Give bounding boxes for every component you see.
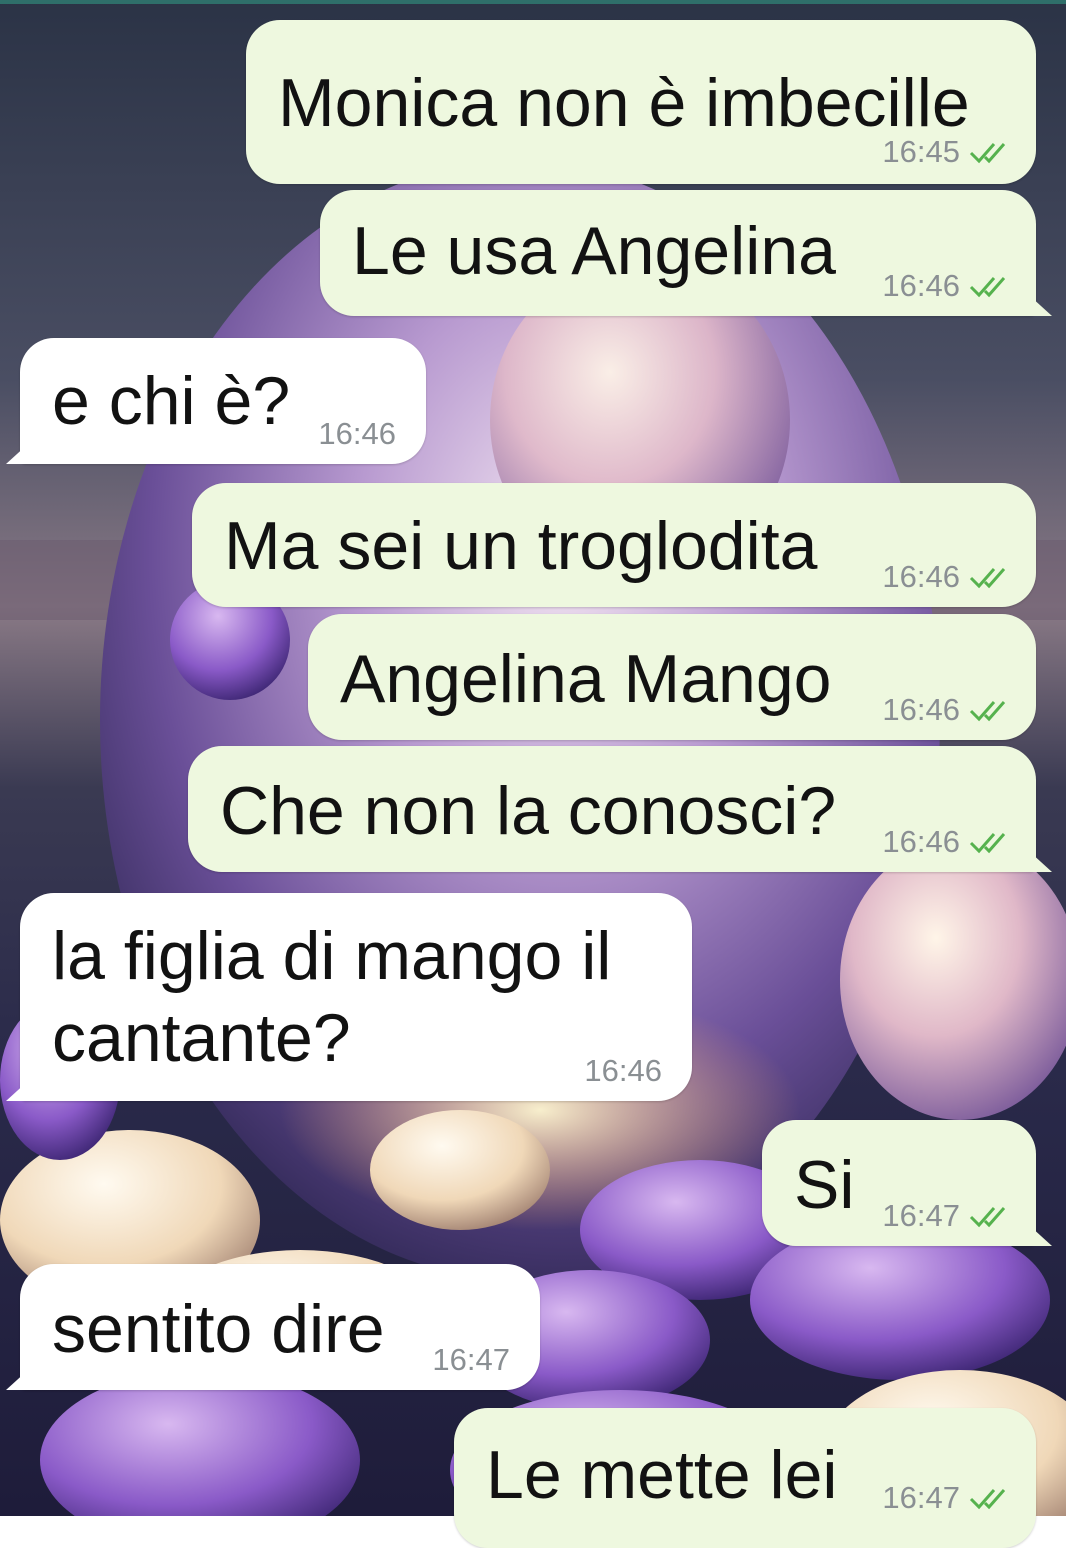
bubble-tail — [6, 444, 28, 464]
message-text: Che non la conosci? — [220, 773, 837, 849]
message-meta: 16:46 — [318, 416, 396, 452]
message-bubble-incoming[interactable]: e chi è? 16:46 — [20, 338, 426, 464]
message-time: 16:46 — [882, 824, 960, 859]
message-text: Monica non è imbecille — [278, 65, 970, 141]
message-text: Le mette lei — [486, 1437, 838, 1513]
message-text: Angelina Mango — [340, 641, 832, 717]
bubble-tail — [1030, 296, 1052, 316]
bubble-tail — [1030, 852, 1052, 872]
double-check-icon — [969, 833, 1006, 854]
message-list[interactable]: Monica non è imbecille 16:45 Le usa Ange… — [0, 0, 1066, 1548]
message-meta: 16:47 — [882, 1198, 1014, 1234]
message-meta: 16:46 — [882, 559, 1014, 595]
double-check-icon — [969, 143, 1006, 164]
message-text: Ma sei un troglodita — [224, 508, 818, 584]
double-check-icon — [969, 277, 1006, 298]
message-bubble-incoming[interactable]: la figlia di mango il cantante? 16:46 — [20, 893, 692, 1101]
double-check-icon — [969, 701, 1006, 722]
message-bubble-outgoing[interactable]: Monica non è imbecille 16:45 — [246, 20, 1036, 184]
bubble-tail — [1030, 1226, 1052, 1246]
message-bubble-outgoing[interactable]: Si 16:47 — [762, 1120, 1036, 1246]
message-time: 16:45 — [882, 134, 960, 169]
message-bubble-incoming[interactable]: sentito dire 16:47 — [20, 1264, 540, 1390]
message-time: 16:46 — [882, 268, 960, 303]
message-time: 16:47 — [882, 1480, 960, 1515]
message-text: la figlia di mango il cantante? — [52, 918, 612, 1076]
message-meta: 16:46 — [882, 692, 1014, 728]
message-time: 16:46 — [584, 1053, 662, 1088]
message-meta: 16:46 — [882, 824, 1014, 860]
message-bubble-outgoing[interactable]: Che non la conosci? 16:46 — [188, 746, 1036, 872]
message-time: 16:46 — [882, 559, 960, 594]
message-meta: 16:47 — [882, 1480, 1014, 1516]
message-time: 16:46 — [882, 692, 960, 727]
message-text: e chi è? — [52, 363, 291, 439]
message-bubble-outgoing[interactable]: Angelina Mango 16:46 — [308, 614, 1036, 740]
message-meta: 16:46 — [882, 268, 1014, 304]
double-check-icon — [969, 568, 1006, 589]
message-bubble-outgoing[interactable]: Ma sei un troglodita 16:46 — [192, 483, 1036, 607]
message-text: sentito dire — [52, 1291, 385, 1367]
message-text: Si — [794, 1147, 855, 1223]
message-meta: 16:47 — [432, 1342, 510, 1378]
message-time: 16:46 — [318, 416, 396, 451]
message-bubble-outgoing[interactable]: Le mette lei 16:47 — [454, 1408, 1036, 1548]
message-meta: 16:45 — [882, 134, 1014, 170]
message-time: 16:47 — [432, 1342, 510, 1377]
bubble-tail — [6, 1081, 28, 1101]
message-bubble-outgoing[interactable]: Le usa Angelina 16:46 — [320, 190, 1036, 316]
message-meta: 16:46 — [584, 1053, 662, 1089]
double-check-icon — [969, 1489, 1006, 1510]
bubble-tail — [6, 1370, 28, 1390]
message-time: 16:47 — [882, 1198, 960, 1233]
double-check-icon — [969, 1207, 1006, 1228]
message-text: Le usa Angelina — [352, 213, 836, 289]
